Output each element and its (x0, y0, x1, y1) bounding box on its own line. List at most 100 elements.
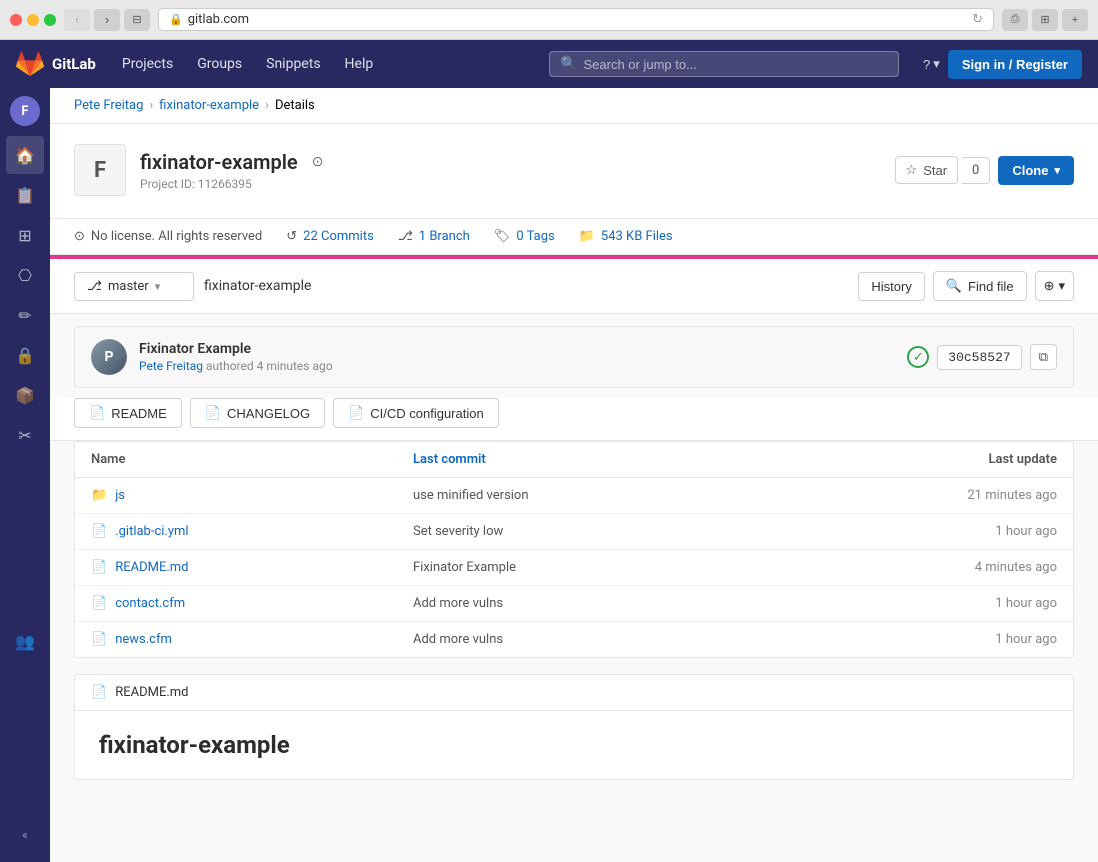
sidebar-collapse-button[interactable]: « (22, 828, 28, 854)
cicd-file-icon: 📄 (348, 405, 364, 421)
visibility-icon: ⊙ (312, 154, 324, 170)
navbar-right: ? ▾ Sign in / Register (923, 50, 1082, 79)
gitlab-logo-icon (16, 50, 44, 78)
minimize-dot[interactable] (27, 14, 39, 26)
file-link-news[interactable]: news.cfm (115, 632, 172, 647)
file-link-gitlabci[interactable]: .gitlab-ci.yml (115, 524, 188, 539)
file-name-news[interactable]: 📄 news.cfm (91, 632, 413, 647)
files-icon: 📁 (579, 229, 595, 244)
commit-hash[interactable]: 30c58527 (937, 345, 1021, 370)
forward-button[interactable]: › (94, 9, 120, 31)
sidebar-item-merge[interactable]: ⎔ (6, 256, 44, 294)
commit-status-icon: ✓ (907, 346, 929, 368)
file-time-news: 1 hour ago (735, 632, 1057, 647)
file-link-readme[interactable]: README.md (115, 560, 188, 575)
breadcrumb-repo[interactable]: fixinator-example (159, 98, 259, 113)
breadcrumb-user[interactable]: Pete Freitag (74, 98, 143, 113)
page-wrapper: GitLab Projects Groups Snippets Help 🔍 ?… (0, 40, 1098, 862)
maximize-dot[interactable] (44, 14, 56, 26)
table-row: 📄 README.md Fixinator Example 4 minutes … (75, 550, 1073, 586)
readme-content: fixinator-example (75, 711, 1073, 779)
star-button[interactable]: ☆ Star (895, 156, 959, 184)
file-name-readme[interactable]: 📄 README.md (91, 560, 413, 575)
sidebar-item-packages[interactable]: 📦 (6, 376, 44, 414)
sign-in-button[interactable]: Sign in / Register (948, 50, 1082, 79)
fullscreen-button[interactable]: ⊞ (1032, 9, 1058, 31)
file-commit-contact: Add more vulns (413, 596, 735, 611)
file-link-contact[interactable]: contact.cfm (115, 596, 185, 611)
back-button[interactable]: ‹ (64, 9, 90, 31)
project-title-left: F fixinator-example ⊙ Project ID: 112663… (74, 144, 323, 196)
branch-selector[interactable]: ⎇ master ▾ (74, 272, 194, 301)
repo-path: fixinator-example (204, 272, 848, 300)
more-options-button[interactable]: ⊕ ▾ (1035, 271, 1074, 301)
project-actions: ☆ Star 0 Clone ▾ (895, 156, 1074, 185)
search-bar[interactable]: 🔍 (549, 51, 899, 77)
readme-section: 📄 README.md fixinator-example (74, 674, 1074, 780)
table-row: 📁 js use minified version 21 minutes ago (75, 478, 1073, 514)
readme-header-icon: 📄 (91, 685, 107, 700)
reload-icon[interactable]: ↻ (972, 12, 983, 27)
nav-groups[interactable]: Groups (187, 50, 252, 78)
star-label: Star (923, 163, 947, 178)
address-bar[interactable]: 🔒 gitlab.com ↻ (158, 8, 994, 31)
file-time-js: 21 minutes ago (735, 488, 1057, 503)
sidebar-item-home[interactable]: 🏠 (6, 136, 44, 174)
breadcrumb: Pete Freitag › fixinator-example › Detai… (50, 88, 1098, 124)
nav-snippets[interactable]: Snippets (256, 50, 330, 78)
table-row: 📄 news.cfm Add more vulns 1 hour ago (75, 622, 1073, 657)
sidebar-item-issues[interactable]: 📋 (6, 176, 44, 214)
file-name-js[interactable]: 📁 js (91, 488, 413, 503)
nav-help[interactable]: Help (335, 50, 384, 78)
nav-projects[interactable]: Projects (112, 50, 183, 78)
clone-button[interactable]: Clone ▾ (998, 156, 1074, 185)
file-link-js[interactable]: js (115, 488, 125, 503)
files-link[interactable]: 543 KB Files (601, 229, 673, 244)
tags-link[interactable]: 0 Tags (516, 229, 554, 244)
file-table: Name Last commit Last update 📁 js use mi… (74, 441, 1074, 658)
navbar: GitLab Projects Groups Snippets Help 🔍 ?… (0, 40, 1098, 88)
changelog-link-button[interactable]: 📄 CHANGELOG (190, 398, 325, 428)
commit-row: P Fixinator Example Pete Freitag authore… (74, 326, 1074, 388)
breadcrumb-sep-1: › (149, 98, 153, 113)
navbar-brand[interactable]: GitLab (16, 50, 96, 78)
sidebar-item-members[interactable]: 👥 (6, 622, 44, 660)
lock-icon: 🔒 (169, 13, 183, 26)
browser-nav: ‹ › ⊟ (64, 9, 150, 31)
history-button[interactable]: History (858, 272, 924, 301)
sidebar-item-snippets[interactable]: ✂ (6, 416, 44, 454)
sidebar-item-ci[interactable]: ✏ (6, 296, 44, 334)
readme-header-title: README.md (115, 685, 188, 700)
close-dot[interactable] (10, 14, 22, 26)
branch-icon: ⎇ (87, 279, 102, 294)
more-icon: ⊕ (1044, 278, 1055, 294)
clone-chevron-icon: ▾ (1054, 164, 1060, 177)
search-input[interactable] (583, 57, 888, 72)
find-file-button[interactable]: 🔍 Find file (933, 271, 1027, 301)
readme-link-button[interactable]: 📄 README (74, 398, 182, 428)
file-name-gitlabci[interactable]: 📄 .gitlab-ci.yml (91, 524, 413, 539)
window-toggle-button[interactable]: ⊟ (124, 9, 150, 31)
commit-author-link[interactable]: Pete Freitag (139, 359, 203, 373)
file-commit-news: Add more vulns (413, 632, 735, 647)
new-tab-button[interactable]: + (1062, 9, 1088, 31)
copy-hash-button[interactable]: ⧉ (1030, 344, 1057, 370)
license-text: No license. All rights reserved (91, 229, 262, 244)
stat-files: 📁 543 KB Files (579, 229, 673, 244)
sidebar-item-security[interactable]: 🔒 (6, 336, 44, 374)
breadcrumb-current: Details (275, 98, 315, 113)
help-button[interactable]: ? ▾ (923, 56, 940, 72)
sidebar-user-avatar[interactable]: F (10, 96, 40, 126)
file-name-contact[interactable]: 📄 contact.cfm (91, 596, 413, 611)
breadcrumb-sep-2: › (265, 98, 269, 113)
readme-header: 📄 README.md (75, 675, 1073, 711)
branch-chevron-icon: ▾ (155, 280, 161, 293)
cicd-link-button[interactable]: 📄 CI/CD configuration (333, 398, 499, 428)
commits-link[interactable]: 22 Commits (303, 229, 374, 244)
branches-link[interactable]: 1 Branch (419, 229, 470, 244)
share-button[interactable]: ⎙ (1002, 9, 1028, 31)
sidebar-item-board[interactable]: ⊞ (6, 216, 44, 254)
file-table-header: Name Last commit Last update (75, 442, 1073, 478)
commit-message: Fixinator Example (139, 341, 333, 357)
star-count: 0 (962, 157, 990, 184)
